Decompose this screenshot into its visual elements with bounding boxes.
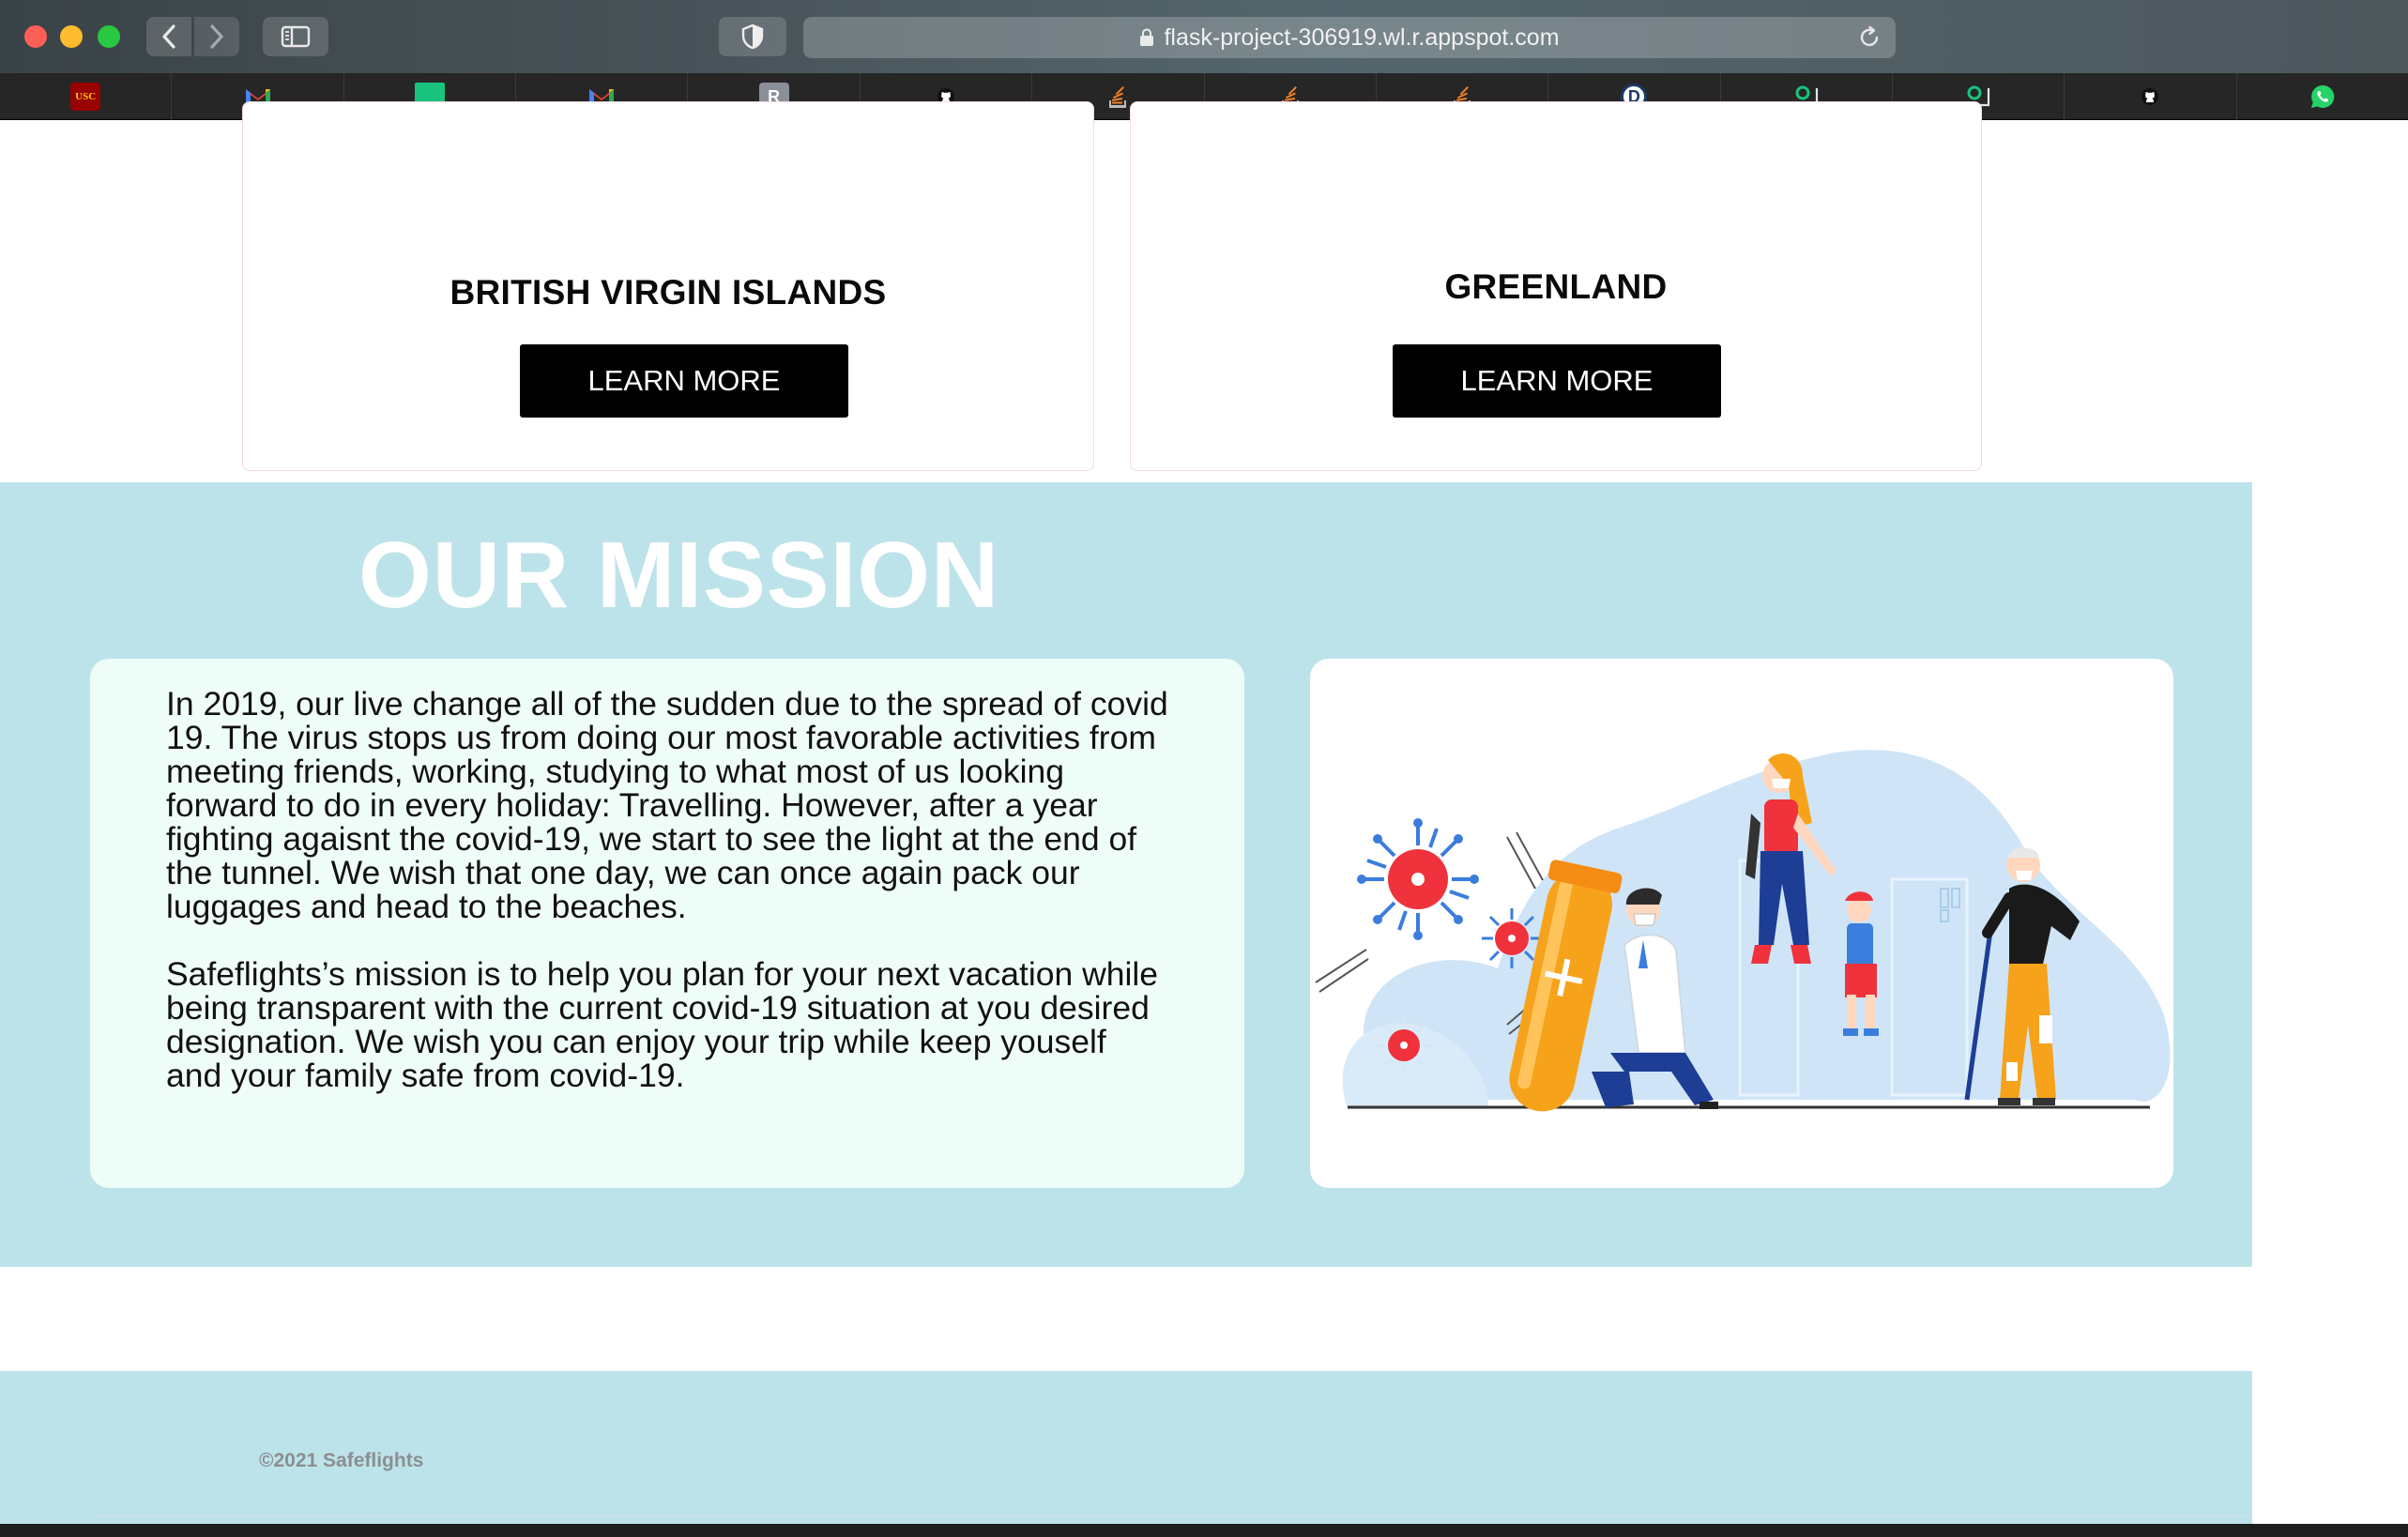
address-bar[interactable]: flask-project-306919.wl.r.appspot.com [803, 17, 1896, 58]
close-window-button[interactable] [24, 25, 47, 48]
bookmark-13[interactable] [2065, 73, 2237, 120]
sidebar-icon [281, 25, 311, 48]
destination-card-british-virgin-islands: BRITISH VIRGIN ISLANDS LEARN MORE [242, 101, 1094, 471]
privacy-report-button[interactable] [719, 17, 786, 56]
destination-title: BRITISH VIRGIN ISLANDS [450, 273, 887, 312]
mission-section: OUR MISSION In 2019, our live change all… [0, 482, 2252, 1267]
screen: flask-project-306919.wl.r.appspot.com US… [0, 0, 2408, 1537]
learn-more-button[interactable]: LEARN MORE [1393, 344, 1721, 418]
mission-illustration [1310, 659, 2173, 1188]
forward-button[interactable] [194, 17, 239, 56]
bookmark-1[interactable]: USC [0, 73, 173, 120]
bookmark-14[interactable] [2237, 73, 2408, 120]
lock-icon [1140, 28, 1154, 46]
url-text: flask-project-306919.wl.r.appspot.com [1164, 23, 1560, 51]
learn-more-button[interactable]: LEARN MORE [520, 344, 848, 418]
sidebar-toggle-button[interactable] [263, 17, 328, 56]
usc-icon: USC [70, 83, 101, 111]
github-icon [2135, 83, 2165, 111]
whatsapp-icon [2308, 83, 2338, 111]
destination-card-greenland: GREENLAND LEARN MORE [1130, 101, 1982, 471]
stack-icon [1103, 83, 1133, 111]
mission-text-box: In 2019, our live change all of the sudd… [90, 659, 1244, 1188]
back-button[interactable] [146, 17, 191, 56]
site-footer: ©2021 Safeflights [0, 1371, 2252, 1537]
virus-medium [1482, 908, 1542, 968]
minimize-window-button[interactable] [60, 25, 83, 48]
mission-paragraph: Safeflights’s mission is to help you pla… [166, 955, 1159, 1094]
destination-title: GREENLAND [1444, 267, 1668, 306]
web-page: BRITISH VIRGIN ISLANDS LEARN MORE GREENL… [0, 101, 2408, 1537]
virus-small [1376, 1017, 1432, 1073]
mission-heading: OUR MISSION [358, 523, 1000, 628]
zoom-window-button[interactable] [98, 25, 120, 48]
copyright-text: ©2021 Safeflights [259, 1450, 424, 1471]
footer-divider [94, 1515, 2252, 1516]
family-covid-illustration [1315, 750, 2171, 1112]
reload-icon[interactable] [1856, 24, 1882, 51]
virus-large [1357, 818, 1479, 940]
mission-paragraph: In 2019, our live change all of the sudd… [166, 685, 1168, 925]
browser-toolbar: flask-project-306919.wl.r.appspot.com [0, 0, 2408, 73]
chevron-right-icon [210, 24, 223, 49]
chevron-left-icon [162, 24, 175, 49]
shield-icon [741, 23, 764, 50]
window-bottom-edge [0, 1524, 2408, 1537]
